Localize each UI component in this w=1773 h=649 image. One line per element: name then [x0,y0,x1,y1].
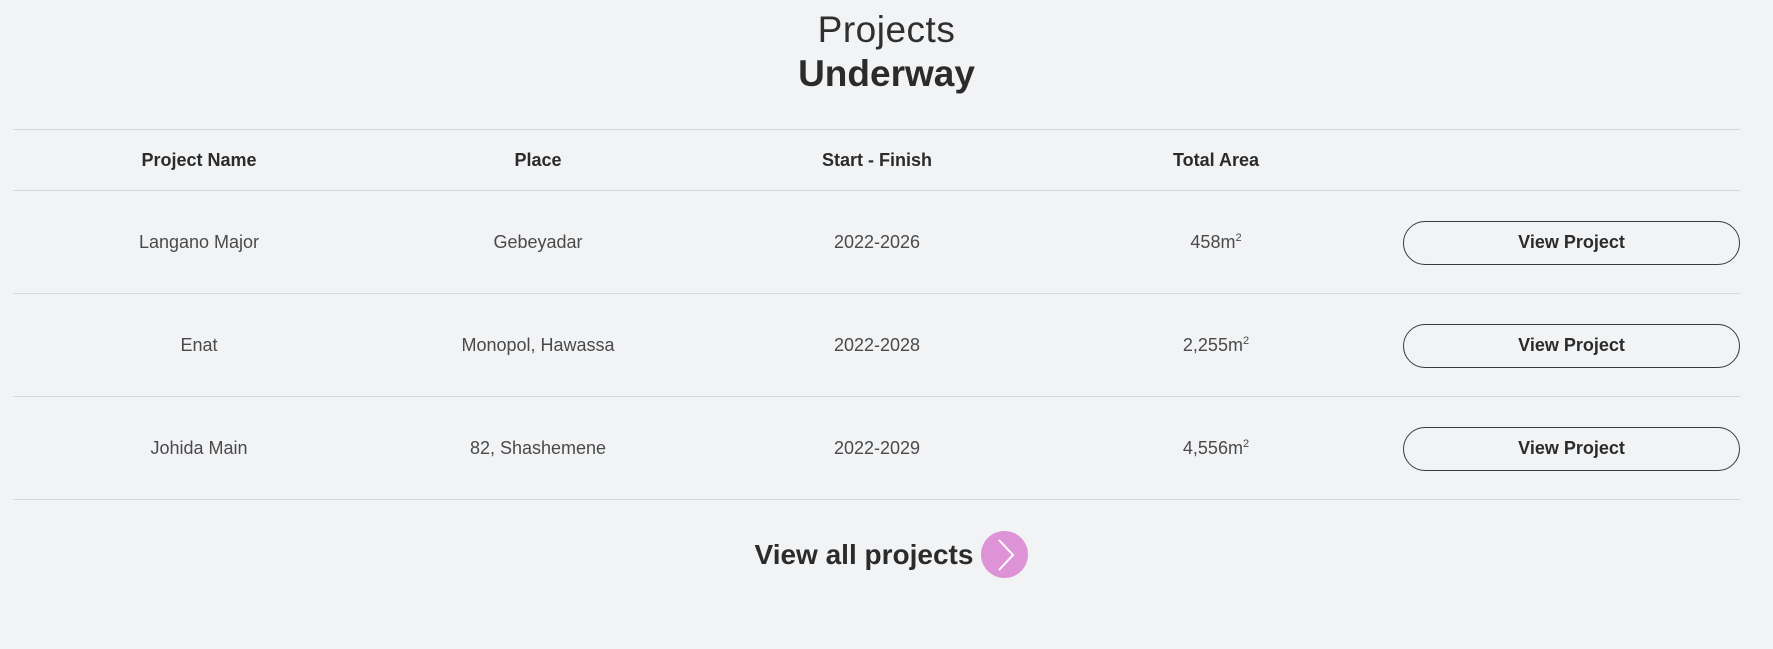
project-name: Enat [180,335,218,355]
project-period: 2022-2028 [833,335,921,355]
table-row: Enat Monopol, Hawassa 2022-2028 2,255m2 … [13,293,1740,396]
area-unit-superscript: 2 [1235,232,1242,244]
column-header-project-name: Project Name [141,149,257,170]
project-name: Johida Main [150,438,248,458]
action-cell: View Project [1369,220,1740,265]
project-area: 4,556m2 [1063,438,1369,459]
area-value: 4,556m [1182,438,1243,458]
project-area: 2,255m2 [1063,335,1369,356]
chevron-right-icon[interactable] [981,531,1029,578]
project-place: Monopol, Hawassa [461,335,615,355]
area-unit-superscript: 2 [1242,438,1250,450]
column-header-place: Place [514,149,562,170]
area-value: 458m [1190,232,1236,252]
project-name: Langano Major [138,232,260,252]
project-period: 2022-2029 [833,438,921,458]
view-all-projects-label[interactable]: View all projects [755,539,974,571]
view-project-button[interactable]: View Project [1403,220,1740,265]
area-value: 2,255m [1182,335,1243,355]
heading-projects: Projects [817,9,956,50]
project-period: 2022-2026 [833,232,921,252]
view-project-button[interactable]: View Project [1403,323,1740,368]
project-place: 82, Shashemene [469,438,607,458]
table-row: Johida Main 82, Shashemene 2022-2029 4,5… [13,396,1740,500]
projects-table: Project Name Place Start - Finish Total … [13,129,1740,500]
column-header-start-finish: Start - Finish [821,149,932,170]
column-header-total-area: Total Area [1172,149,1260,170]
action-cell: View Project [1369,323,1740,368]
view-all-projects-link[interactable]: View all projects [0,531,1773,578]
area-unit-superscript: 2 [1242,335,1250,347]
view-project-button[interactable]: View Project [1403,426,1740,471]
table-row: Langano Major Gebeyadar 2022-2026 458m2 … [13,190,1740,293]
table-header-row: Project Name Place Start - Finish Total … [13,129,1740,190]
section-heading: Projects Underway [0,0,1773,96]
projects-section: Projects Underway Project Name Place Sta… [0,0,1773,649]
action-cell: View Project [1369,426,1740,471]
project-area: 458m2 [1063,232,1369,253]
heading-underway: Underway [798,53,975,94]
project-place: Gebeyadar [493,232,583,252]
